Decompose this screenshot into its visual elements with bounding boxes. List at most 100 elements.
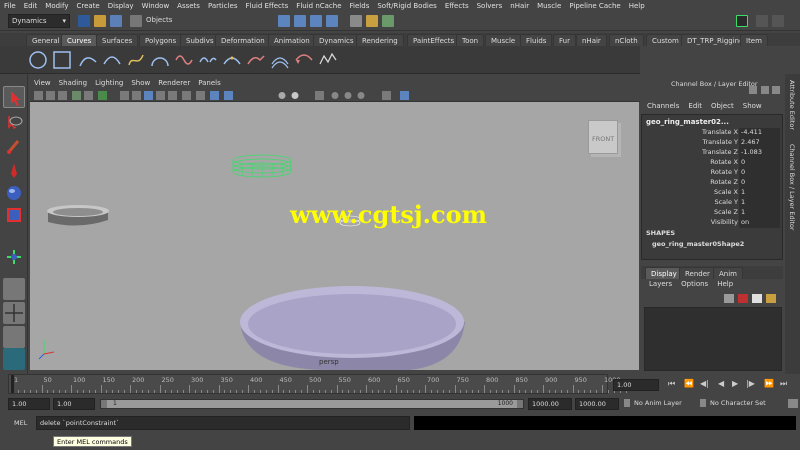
ep-curve-tool-icon[interactable] — [102, 50, 122, 70]
current-time-marker[interactable] — [11, 375, 14, 393]
viewport-menu-panels[interactable]: Panels — [198, 79, 221, 89]
attribute-value[interactable]: -4.411 — [739, 128, 780, 138]
menu-edit[interactable]: Edit — [24, 2, 38, 10]
attribute-value[interactable]: 1 — [739, 208, 780, 218]
channel-attribute-row[interactable]: Scale X1 — [642, 188, 782, 198]
paint-select-tool-icon[interactable] — [3, 136, 25, 158]
shelf-tab-dynamics[interactable]: Dynamics — [313, 34, 360, 46]
shelf-tab-nhair[interactable]: nHair — [576, 34, 607, 46]
layer-menu-layers[interactable]: Layers — [649, 280, 672, 291]
offset-curve-icon[interactable] — [270, 50, 290, 70]
menu-window[interactable]: Window — [142, 2, 170, 10]
channel-box-menu-show[interactable]: Show — [743, 102, 762, 114]
nurbs-square-icon[interactable] — [52, 50, 72, 70]
menu-nhair[interactable]: nHair — [510, 2, 529, 10]
shelf-tab-deformation[interactable]: Deformation — [215, 34, 271, 46]
channel-attribute-row[interactable]: Visibility on — [642, 218, 782, 228]
cv-curve-tool-icon[interactable] — [78, 50, 98, 70]
shelf-tab-polygons[interactable]: Polygons — [139, 34, 183, 46]
attribute-editor-tab[interactable]: Attribute Editor — [788, 80, 796, 130]
pencil-curve-icon[interactable] — [126, 50, 146, 70]
start-time-field[interactable]: 1.00 — [8, 398, 50, 410]
new-layer-icon[interactable] — [724, 294, 734, 303]
viewport-menu-view[interactable]: View — [34, 79, 51, 89]
attribute-value[interactable]: 2.467 — [739, 138, 780, 148]
anim-layer-dropdown[interactable]: No Anim Layer — [624, 398, 700, 410]
shelf-tab-item[interactable]: Item — [740, 34, 768, 46]
manipulator-tool-icon[interactable] — [3, 246, 25, 268]
go-to-start-icon[interactable]: ⏮ — [668, 379, 675, 389]
layer-from-selection-icon[interactable] — [752, 294, 762, 303]
shape-node-name[interactable]: geo_ring_master0Shape2 — [652, 240, 744, 248]
menu-effects[interactable]: Effects — [445, 2, 469, 10]
attribute-value[interactable]: 1 — [739, 198, 780, 208]
viewport-menu-shading[interactable]: Shading — [59, 79, 87, 89]
step-back-icon[interactable]: ⏪ — [684, 379, 694, 388]
layer-menu-options[interactable]: Options — [681, 280, 708, 291]
menu-modify[interactable]: Modify — [45, 2, 68, 10]
layer-tab-display[interactable]: Display — [645, 267, 683, 279]
single-pane-layout-icon[interactable] — [3, 278, 25, 300]
prev-key-icon[interactable]: ◀| — [700, 379, 709, 388]
range-slider[interactable]: 1 1000 — [100, 399, 524, 409]
menu-muscle[interactable]: Muscle — [537, 2, 561, 10]
channel-attribute-row[interactable]: Rotate X0 — [642, 158, 782, 168]
ipr-render-icon[interactable] — [366, 15, 378, 27]
menu-fluid-effects[interactable]: Fluid Effects — [245, 2, 288, 10]
viewport-menu-renderer[interactable]: Renderer — [158, 79, 190, 89]
shelf-tab-animation[interactable]: Animation — [268, 34, 316, 46]
snap-plane-icon[interactable] — [326, 15, 338, 27]
channel-attribute-row[interactable]: Rotate Y0 — [642, 168, 782, 178]
shelf-tab-muscle[interactable]: Muscle — [485, 34, 522, 46]
preferences-icon[interactable] — [788, 399, 798, 408]
menu-fluid-ncache[interactable]: Fluid nCache — [296, 2, 341, 10]
snap-grid-icon[interactable] — [278, 15, 290, 27]
selected-ring-wireframe[interactable] — [232, 154, 292, 178]
layout-toggle-icon[interactable] — [749, 86, 757, 94]
attribute-value[interactable]: 0 — [739, 178, 780, 188]
mel-command-input[interactable]: delete `pointConstraint` — [36, 416, 410, 430]
layout-toggle-icon-2[interactable] — [761, 86, 769, 94]
hypershade-layout-icon[interactable] — [3, 348, 25, 370]
channel-attribute-row[interactable]: Scale Z1 — [642, 208, 782, 218]
play-forward-icon[interactable]: ▶ — [732, 379, 738, 388]
shelf-tab-painteffects[interactable]: PaintEffects — [407, 34, 461, 46]
ring-object-left[interactable] — [47, 205, 109, 226]
lasso-tool-icon[interactable] — [3, 112, 25, 134]
channel-attribute-row[interactable]: Scale Y1 — [642, 198, 782, 208]
reverse-curve-icon[interactable] — [294, 50, 314, 70]
menu-display[interactable]: Display — [108, 2, 134, 10]
menu-pipeline-cache[interactable]: Pipeline Cache — [569, 2, 620, 10]
render-settings-icon[interactable] — [382, 15, 394, 27]
attribute-value[interactable]: on — [739, 218, 780, 228]
playback-end-field[interactable]: 1000.00 — [528, 398, 572, 410]
perspective-viewport[interactable]: FRONT persp www.cgtsj.com — [30, 102, 639, 370]
menu-solvers[interactable]: Solvers — [477, 2, 503, 10]
insert-knot-icon[interactable] — [222, 50, 242, 70]
shelf-tab-general[interactable]: General — [26, 34, 66, 46]
new-scene-icon[interactable] — [78, 15, 90, 27]
save-scene-icon[interactable] — [110, 15, 122, 27]
nurbs-circle-icon[interactable] — [28, 50, 48, 70]
menu-create[interactable]: Create — [76, 2, 99, 10]
select-tool-icon[interactable] — [3, 86, 25, 108]
select-mode-icon[interactable] — [130, 15, 142, 27]
channel-box-menu-edit[interactable]: Edit — [688, 102, 702, 114]
shelf-tab-custom[interactable]: Custom — [646, 34, 685, 46]
command-language-label[interactable]: MEL — [14, 419, 27, 427]
menu-file[interactable]: File — [4, 2, 16, 10]
outliner-layout-icon[interactable] — [3, 326, 25, 348]
layer-options-icon[interactable] — [766, 294, 776, 303]
shelf-tab-rendering[interactable]: Rendering — [356, 34, 404, 46]
snap-curve-icon[interactable] — [294, 15, 306, 27]
shelf-tab-surfaces[interactable]: Surfaces — [96, 34, 139, 46]
attribute-value[interactable]: 0 — [739, 158, 780, 168]
four-pane-layout-icon[interactable] — [3, 302, 25, 324]
end-time-field[interactable]: 1000.00 — [575, 398, 619, 410]
layout-toggle-icon-3[interactable] — [772, 86, 780, 94]
menu-fields[interactable]: Fields — [350, 2, 370, 10]
viewport-menu-show[interactable]: Show — [131, 79, 150, 89]
tool-settings-toggle-icon[interactable] — [772, 15, 784, 27]
menu-particles[interactable]: Particles — [208, 2, 238, 10]
current-frame-field[interactable]: 1.00 — [613, 379, 659, 391]
